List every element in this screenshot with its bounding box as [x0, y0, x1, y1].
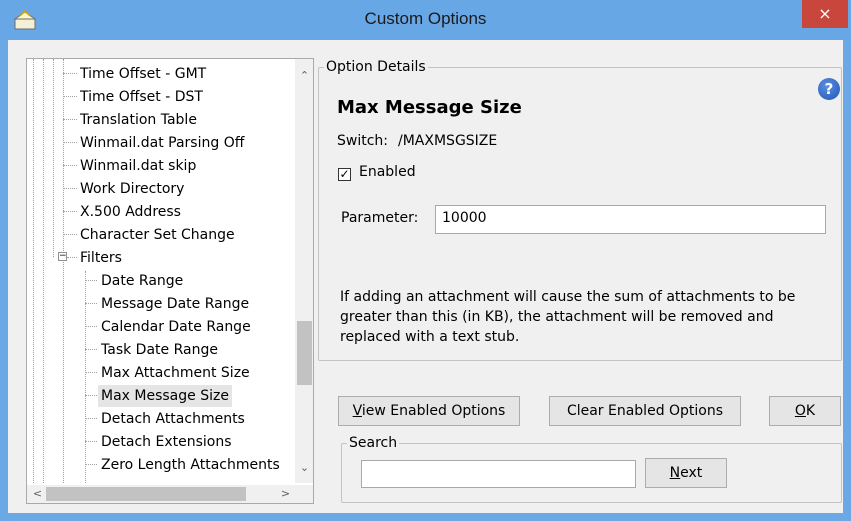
tree-connector [85, 280, 97, 281]
tree-item-x500-address[interactable]: X.500 Address [77, 201, 184, 223]
tree-connector [85, 372, 97, 373]
tree-connector [63, 96, 77, 97]
option-description: If adding an attachment will cause the s… [340, 289, 796, 345]
tree-connector [63, 211, 77, 212]
tree-connector [85, 395, 97, 396]
help-icon[interactable]: ? [818, 78, 840, 100]
next-button[interactable]: Next [645, 458, 727, 488]
tree-guide-line [43, 59, 44, 483]
view-enabled-mnemonic: V [352, 403, 362, 419]
switch-row: Switch: /MAXMSGSIZE [337, 133, 497, 149]
tree-item-winmail-skip[interactable]: Winmail.dat skip [77, 155, 199, 177]
search-input[interactable] [361, 460, 636, 488]
tree-item-work-directory[interactable]: Work Directory [77, 178, 187, 200]
ok-mnemonic: O [794, 403, 806, 419]
tree-guide-line [53, 59, 54, 257]
tree-connector [85, 418, 97, 419]
tree-item-winmail-parsing-off[interactable]: Winmail.dat Parsing Off [77, 132, 247, 154]
tree-connector [85, 441, 97, 442]
ok-button[interactable]: OK [769, 396, 841, 426]
tree-vertical-scrollbar[interactable]: ⌃ ⌄ [295, 59, 313, 483]
tree-item-time-offset-gmt[interactable]: Time Offset - GMT [77, 63, 209, 85]
tree-connector [63, 188, 77, 189]
tree-connector [63, 119, 77, 120]
tree-item-translation-table[interactable]: Translation Table [77, 109, 200, 131]
ok-label: K [805, 403, 816, 419]
tree-item-detach-extensions[interactable]: Detach Extensions [98, 431, 235, 453]
tree-item-calendar-date-range[interactable]: Calendar Date Range [98, 316, 254, 338]
search-group-label: Search [347, 435, 400, 451]
clear-enabled-label: Clear Enabled Options [566, 403, 724, 419]
scroll-up-arrow[interactable]: ⌃ [295, 67, 313, 85]
options-tree[interactable]: − Time Offset - GMT Time Offset - DST Tr… [26, 58, 314, 504]
view-enabled-options-button[interactable]: View Enabled Options [338, 396, 520, 426]
vertical-scroll-thumb[interactable] [297, 321, 312, 385]
enabled-checkbox-row[interactable]: ✓ Enabled [338, 164, 416, 181]
filters-collapse-toggle[interactable]: − [58, 252, 67, 261]
next-mnemonic: N [669, 465, 681, 481]
tree-item-task-date-range[interactable]: Task Date Range [98, 339, 221, 361]
scroll-right-arrow[interactable]: > [277, 485, 294, 503]
tree-item-character-set-change[interactable]: Character Set Change [77, 224, 238, 246]
tree-item-zero-length-attachments[interactable]: Zero Length Attachments [98, 454, 283, 476]
tree-connector [63, 165, 77, 166]
parameter-label: Parameter: [341, 210, 419, 226]
tree-item-max-message-size[interactable]: Max Message Size [98, 385, 232, 407]
next-label: ext [680, 465, 703, 481]
tree-item-detach-attachments[interactable]: Detach Attachments [98, 408, 248, 430]
option-details-label: Option Details [324, 59, 428, 75]
tree-connector [67, 257, 77, 258]
title-bar[interactable]: Custom Options × [0, 0, 851, 40]
tree-item-filters[interactable]: Filters [77, 247, 125, 269]
tree-guide-line [33, 59, 34, 483]
tree-connector [85, 326, 97, 327]
scrollbar-corner [295, 485, 313, 503]
enabled-checkbox[interactable]: ✓ [338, 168, 351, 181]
tree-item-max-attachment-size[interactable]: Max Attachment Size [98, 362, 253, 384]
scroll-down-arrow[interactable]: ⌄ [295, 459, 313, 477]
tree-connector [85, 464, 97, 465]
tree-horizontal-scrollbar[interactable]: < > [27, 485, 295, 503]
tree-item-date-range[interactable]: Date Range [98, 270, 186, 292]
horizontal-scroll-thumb[interactable] [46, 487, 246, 501]
clear-enabled-options-button[interactable]: Clear Enabled Options [549, 396, 741, 426]
tree-connector [85, 349, 97, 350]
tree-connector [63, 142, 77, 143]
enabled-label[interactable]: Enabled [359, 164, 416, 180]
close-button[interactable]: × [802, 0, 848, 28]
switch-label: Switch: [337, 133, 389, 149]
tree-item-message-date-range[interactable]: Message Date Range [98, 293, 252, 315]
option-title: Max Message Size [337, 97, 522, 118]
switch-value: /MAXMSGSIZE [398, 133, 498, 149]
scroll-left-arrow[interactable]: < [29, 485, 46, 503]
custom-options-window: Custom Options × − Time Offset - GMT Tim… [0, 0, 851, 521]
view-enabled-label: iew Enabled Options [361, 403, 506, 419]
tree-connector [85, 303, 97, 304]
tree-connector [63, 73, 77, 74]
dialog-client-area: − Time Offset - GMT Time Offset - DST Tr… [8, 40, 843, 513]
tree-item-time-offset-dst[interactable]: Time Offset - DST [77, 86, 206, 108]
parameter-input[interactable]: 10000 [435, 205, 826, 234]
tree-guide-line [63, 59, 64, 483]
tree-connector [63, 234, 77, 235]
window-title: Custom Options [364, 9, 487, 28]
